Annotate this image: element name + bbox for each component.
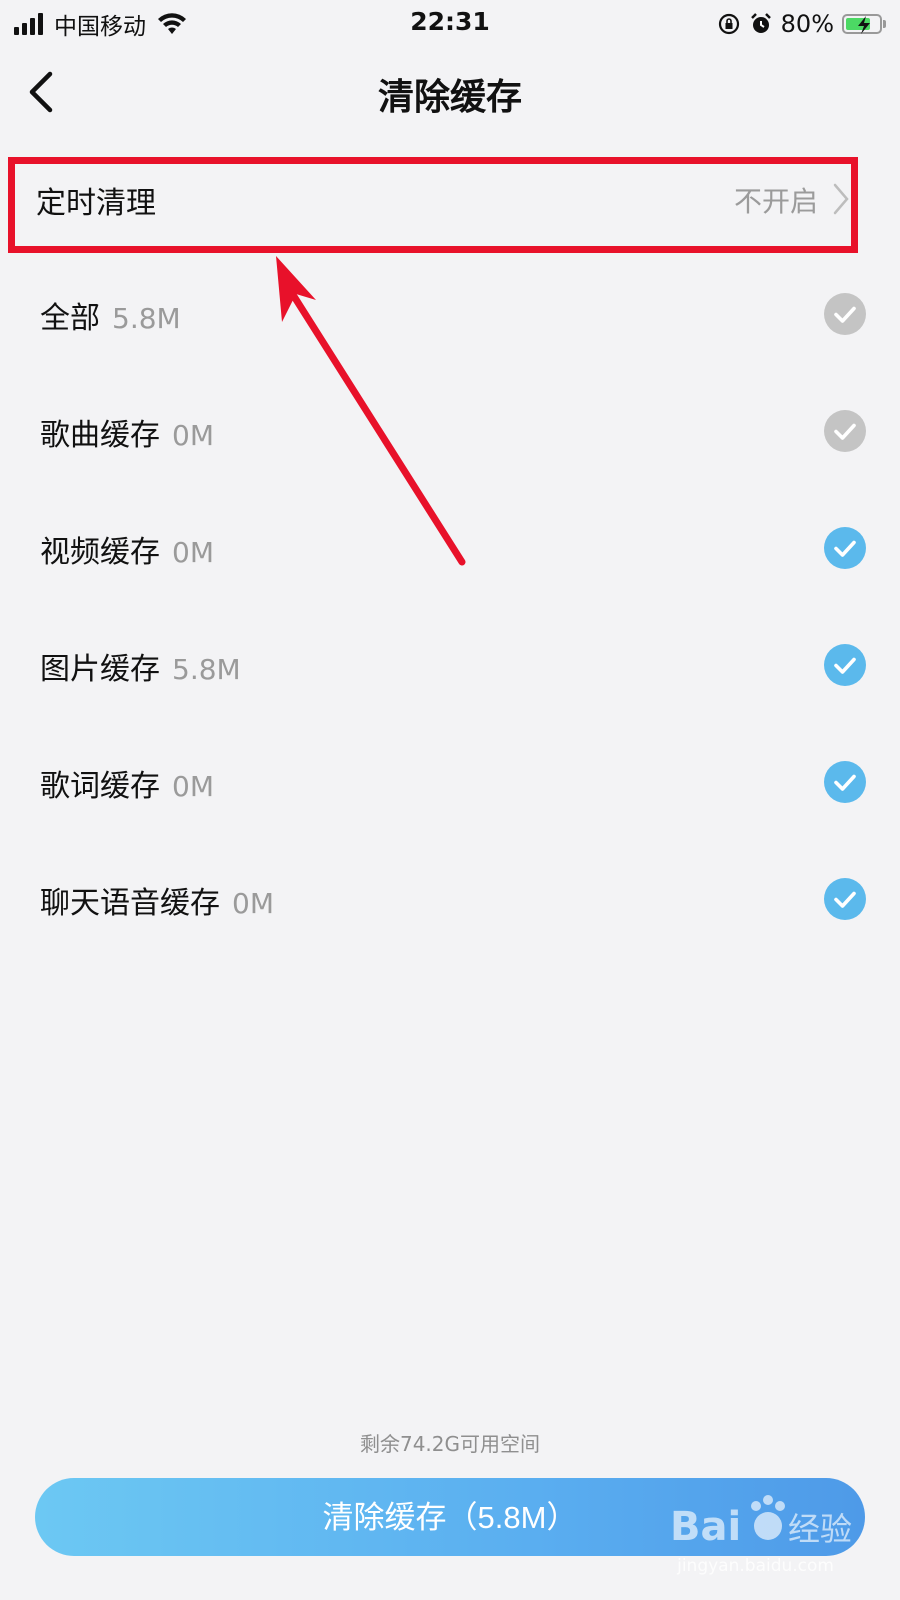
cache-item-label: 视频缓存 0M xyxy=(40,527,214,571)
cache-item-size: 0M xyxy=(172,770,214,803)
cache-item-size: 5.8M xyxy=(112,302,181,335)
status-bar: 中国移动 22:31 80% xyxy=(0,0,900,46)
cache-item-label: 图片缓存 5.8M xyxy=(40,644,241,688)
check-icon[interactable] xyxy=(824,644,866,686)
cache-item-name: 歌词缓存 xyxy=(40,769,160,804)
cache-item[interactable]: 图片缓存 5.8M xyxy=(0,606,900,723)
page-title: 清除缓存 xyxy=(377,77,522,118)
cache-item[interactable]: 歌词缓存 0M xyxy=(0,723,900,840)
alarm-icon xyxy=(750,13,771,33)
cache-item-label: 全部 5.8M xyxy=(40,293,181,337)
cache-item[interactable]: 歌曲缓存 0M xyxy=(0,372,900,489)
check-icon[interactable] xyxy=(824,293,866,335)
storage-note: 剩余74.2G可用空间 xyxy=(359,1432,541,1456)
svg-text:经验: 经验 xyxy=(788,1510,852,1548)
cache-item-name: 歌曲缓存 xyxy=(40,418,160,453)
cache-item-name: 全部 xyxy=(40,301,100,336)
nav-bar: 清除缓存 xyxy=(0,46,900,138)
cache-item-label: 歌曲缓存 0M xyxy=(40,410,214,454)
battery-icon xyxy=(842,14,882,34)
cache-item[interactable]: 聊天语音缓存 0M xyxy=(0,840,900,957)
cache-item-size: 0M xyxy=(172,419,214,452)
cache-item[interactable]: 视频缓存 0M xyxy=(0,489,900,606)
cache-item-label: 歌词缓存 0M xyxy=(40,761,214,805)
check-icon[interactable] xyxy=(824,410,866,452)
check-icon[interactable] xyxy=(824,527,866,569)
check-icon[interactable] xyxy=(824,878,866,920)
cache-item-name: 聊天语音缓存 xyxy=(40,886,220,921)
cache-item-label: 聊天语音缓存 0M xyxy=(40,878,274,922)
cache-item[interactable]: 全部 5.8M xyxy=(0,255,900,372)
cache-item-name: 图片缓存 xyxy=(40,652,160,687)
cache-list: 全部 5.8M 歌曲缓存 0M 视频缓存 0M 图片缓存 5.8M 歌词缓存 0M 聊天语音缓存 0M xyxy=(0,255,900,957)
check-icon[interactable] xyxy=(824,761,866,803)
svg-text:Bai: Bai xyxy=(670,1504,741,1550)
highlight-box xyxy=(8,157,858,253)
cache-item-size: 5.8M xyxy=(172,653,241,686)
cache-item-size: 0M xyxy=(232,887,274,920)
rotation-lock-icon xyxy=(718,13,739,35)
cache-item-size: 0M xyxy=(172,536,214,569)
cache-item-name: 视频缓存 xyxy=(40,535,160,570)
watermark-site: jingyan.baidu.com xyxy=(677,1556,834,1576)
battery-percent: 80% xyxy=(780,10,834,38)
